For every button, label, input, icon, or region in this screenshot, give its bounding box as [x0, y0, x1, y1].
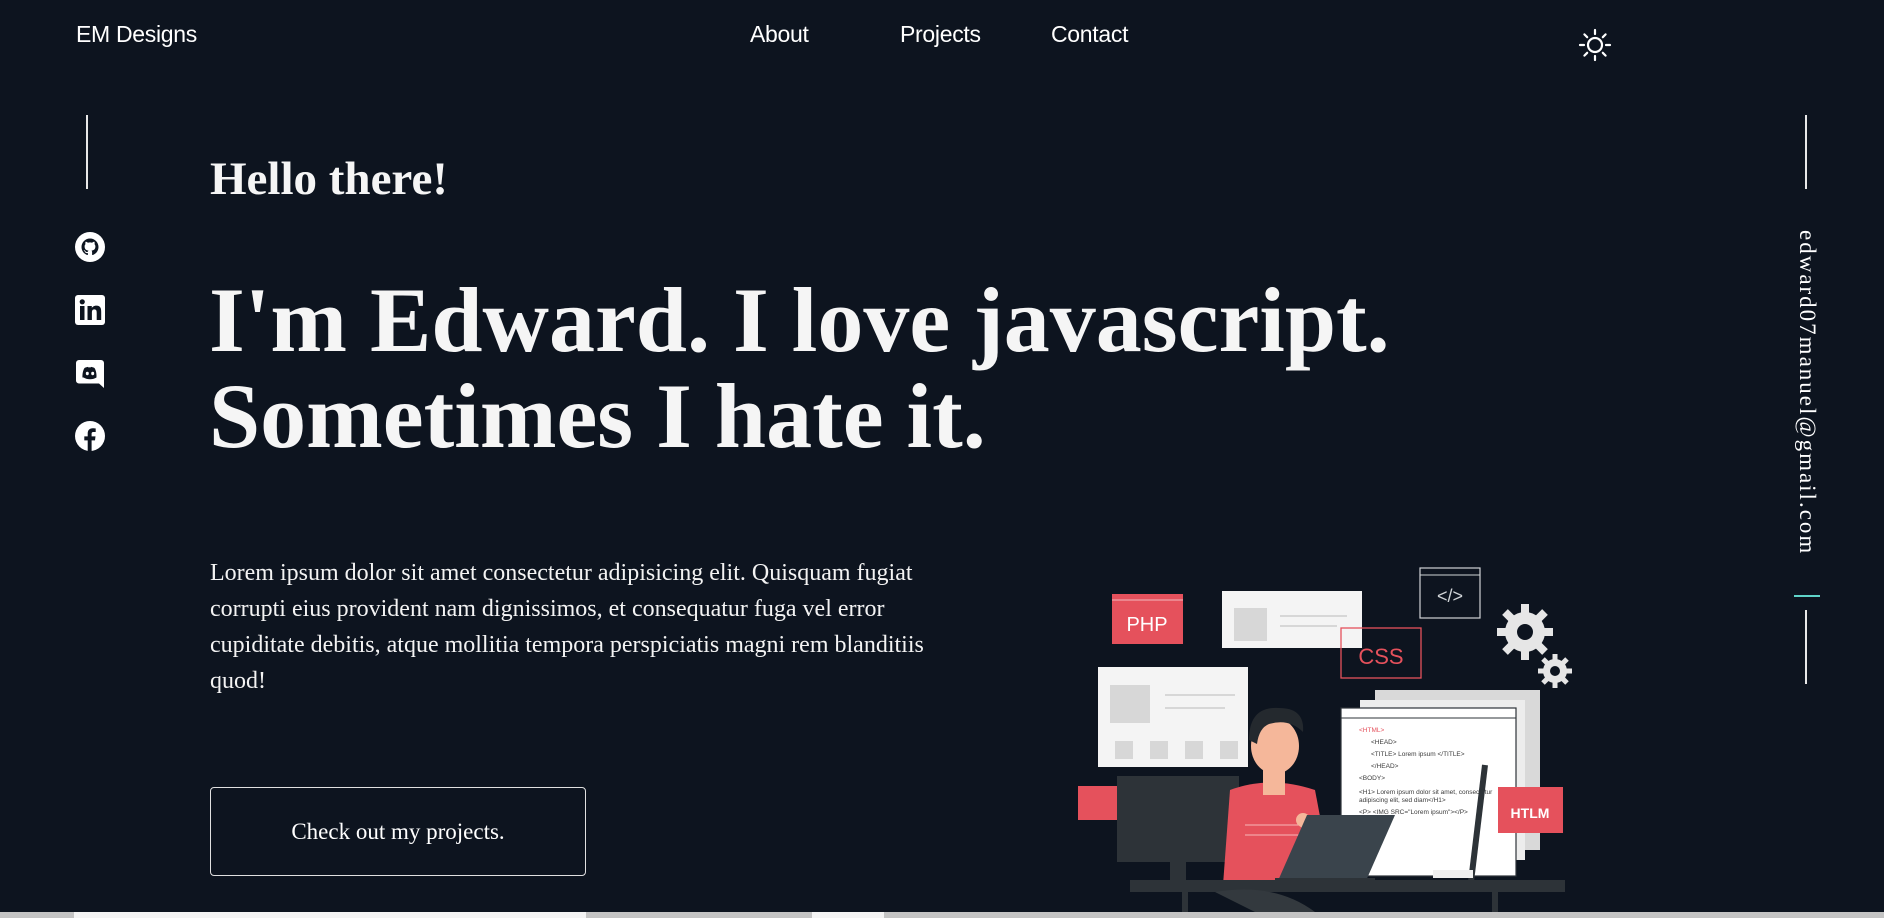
intro-paragraph: Lorem ipsum dolor sit amet consectetur a…	[210, 560, 924, 694]
htlm-label: HTLM	[1511, 805, 1550, 821]
portfolio-page: EM Designs About Projects Contact edward…	[0, 0, 1884, 918]
scrollbar-thumb[interactable]	[74, 912, 586, 918]
github-icon	[75, 232, 105, 262]
nav-about[interactable]: About	[750, 21, 809, 48]
brand-logo[interactable]: EM Designs	[76, 21, 197, 48]
email-link[interactable]: edward07manuel@gmail.com	[1794, 230, 1820, 555]
right-rail-line-top	[1805, 115, 1807, 189]
facebook-link[interactable]	[74, 420, 106, 452]
hero-headline: I'm Edward. I love javascript. Sometimes…	[209, 272, 1390, 464]
nav-contact[interactable]: Contact	[1051, 21, 1128, 48]
code-line-8: <P> <IMG SRC="Lorem ipsum"></P>	[1359, 809, 1468, 816]
php-label: PHP	[1126, 614, 1167, 636]
headline-line-2: Sometimes I hate it.	[209, 365, 986, 467]
svg-text:</>: </>	[1437, 586, 1463, 606]
discord-icon	[76, 360, 104, 388]
greeting-heading: Hello there!	[210, 153, 448, 205]
code-line-5: <BODY>	[1359, 775, 1385, 782]
developer-illustration: </> PHP CSS <HTML> <HEAD> <TITLE> Lorem …	[1078, 567, 1572, 912]
code-line-2: <HEAD>	[1371, 739, 1397, 746]
discord-link[interactable]	[74, 357, 106, 389]
check-projects-button[interactable]: Check out my projects.	[210, 787, 586, 876]
gear-icon	[1497, 604, 1572, 688]
code-line-4: </HEAD>	[1371, 763, 1399, 770]
code-line-1: <HTML>	[1359, 727, 1384, 734]
code-line-3: <TITLE> Lorem ipsum </TITLE>	[1371, 751, 1465, 758]
linkedin-link[interactable]	[74, 294, 106, 326]
theme-toggle-button[interactable]	[1578, 28, 1612, 62]
right-rail-line-bottom	[1805, 610, 1807, 684]
facebook-icon	[75, 421, 105, 451]
css-label: CSS	[1358, 644, 1403, 669]
scrollbar-thumb-secondary[interactable]	[812, 912, 884, 918]
left-rail-line	[86, 115, 88, 189]
sun-icon	[1578, 28, 1612, 62]
github-link[interactable]	[74, 231, 106, 263]
code-line-7: adipiscing elit, sed diam</H1>	[1359, 797, 1446, 804]
code-line-6: <H1> Lorem ipsum dolor sit amet, consect…	[1359, 789, 1493, 796]
right-rail-accent	[1794, 595, 1820, 597]
headline-line-1: I'm Edward. I love javascript.	[209, 269, 1390, 371]
linkedin-icon	[75, 295, 105, 325]
nav-projects[interactable]: Projects	[900, 21, 981, 48]
